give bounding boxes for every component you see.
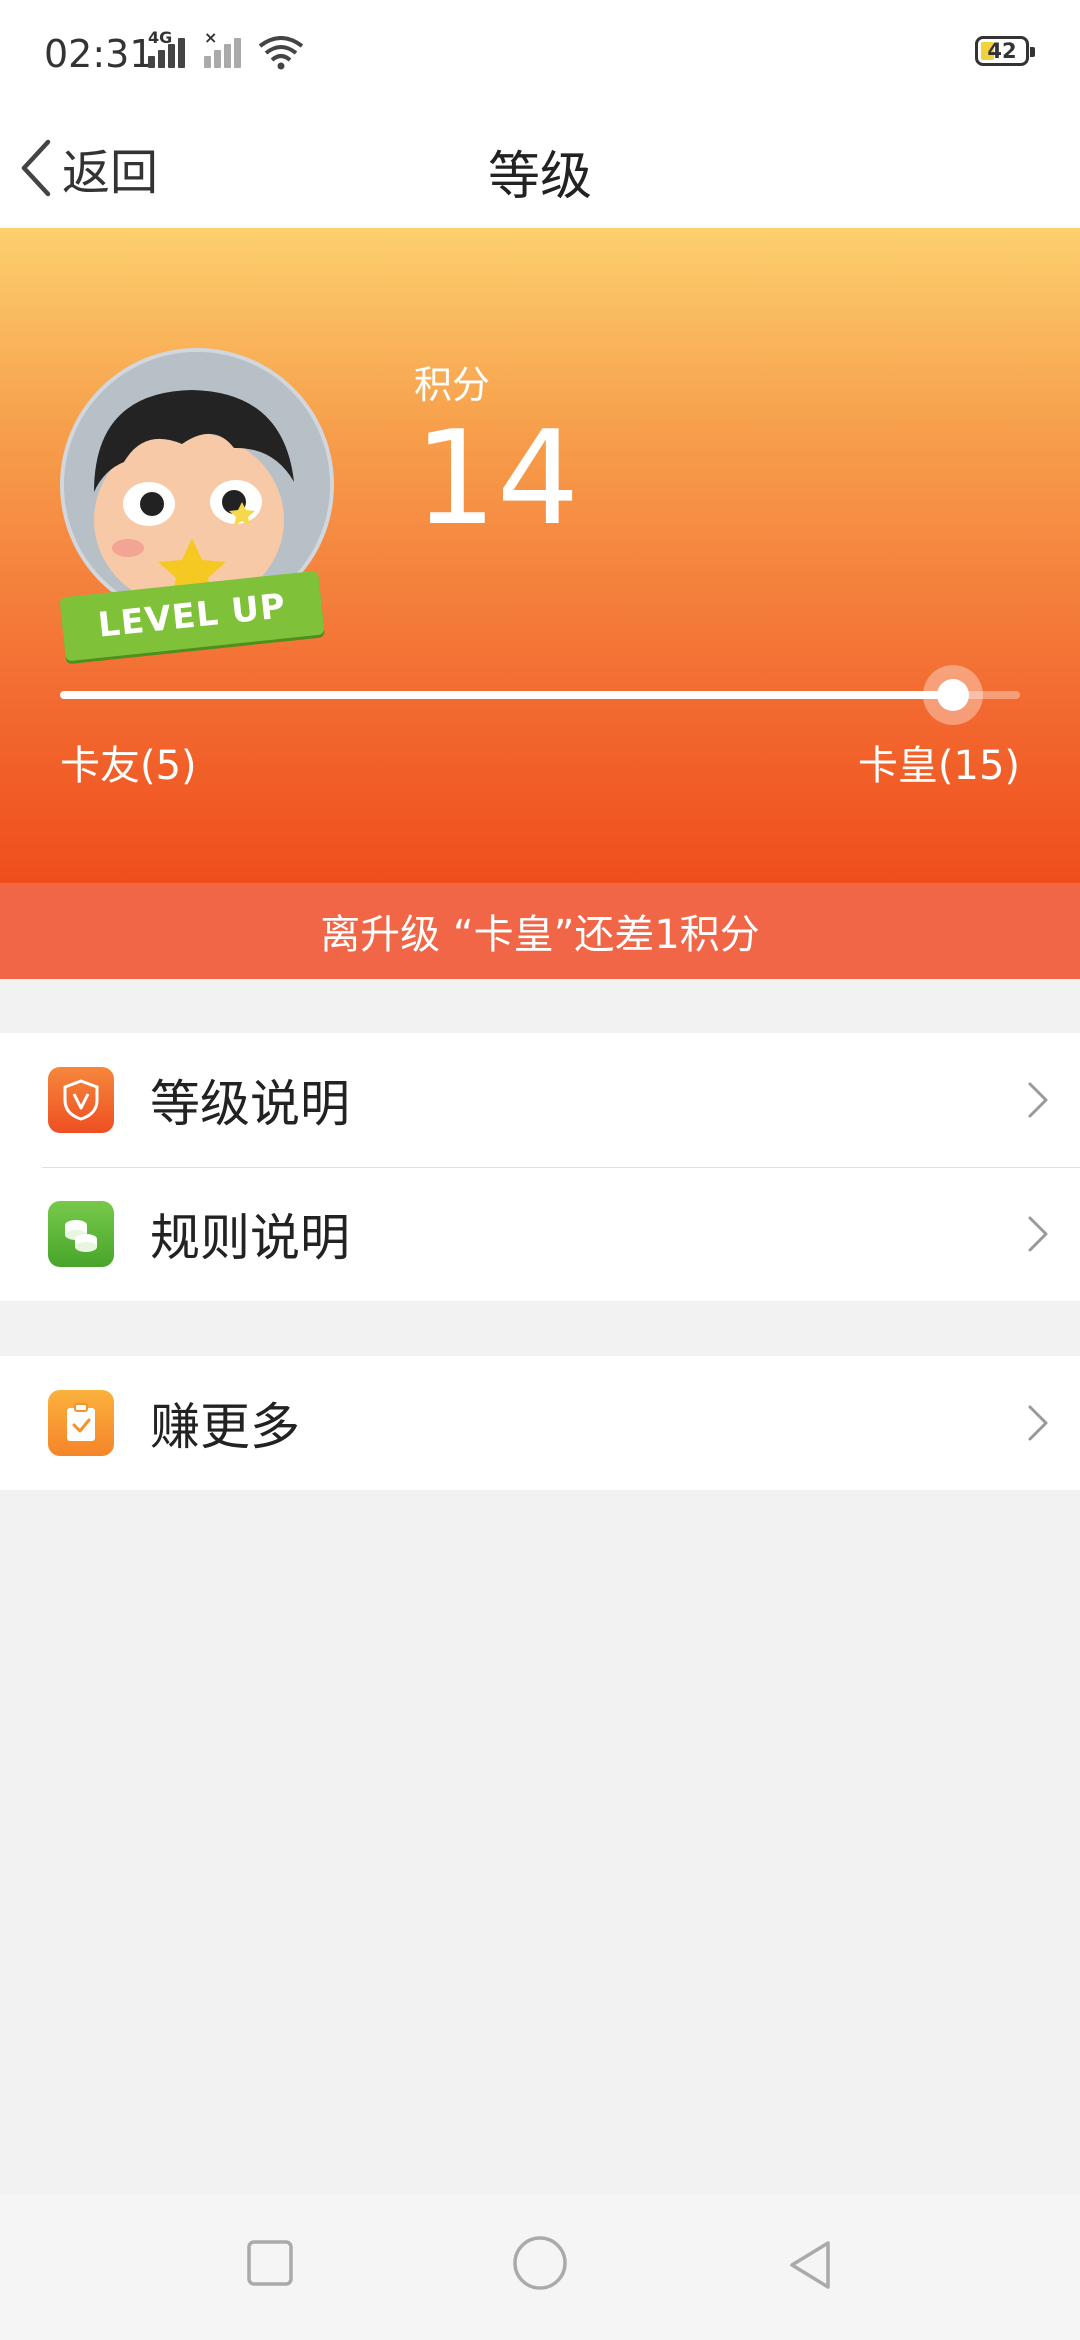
points-label: 积分 — [414, 363, 491, 407]
chevron-right-icon — [1028, 1405, 1048, 1441]
menu-item-rules-info[interactable]: 规则说明 — [0, 1167, 1080, 1301]
progress-fill — [60, 691, 953, 699]
menu-item-level-info[interactable]: 等级说明 — [0, 1033, 1080, 1167]
status-time: 02:31 — [44, 32, 154, 76]
menu-label-rules-info: 规则说明 — [150, 1209, 350, 1267]
signal-4g-icon: 4G — [148, 30, 194, 68]
level-up-badge-text: LEVEL UP — [96, 586, 288, 646]
level-hero: LEVEL UP 积分 14 卡友(5) 卡皇(15) — [0, 228, 1080, 883]
system-nav-bar — [0, 2195, 1080, 2340]
coins-icon — [48, 1201, 114, 1267]
menu-group-info: 等级说明 规则说明 — [0, 1033, 1080, 1301]
points-value: 14 — [414, 402, 580, 554]
shield-v-icon — [48, 1067, 114, 1133]
wifi-icon — [258, 36, 304, 70]
menu-label-earn-more: 赚更多 — [150, 1398, 300, 1456]
chevron-right-icon — [1028, 1216, 1048, 1252]
level-progress-bar — [60, 665, 1020, 725]
clipboard-check-icon — [48, 1390, 114, 1456]
avatar[interactable]: LEVEL UP — [56, 348, 346, 668]
back-nav-icon[interactable] — [786, 2239, 834, 2291]
chevron-right-icon — [1028, 1082, 1048, 1118]
menu-item-earn-more[interactable]: 赚更多 — [0, 1356, 1080, 1490]
no-service-label: × — [204, 28, 218, 47]
current-level-label: 卡友(5) — [60, 743, 197, 789]
menu-label-level-info: 等级说明 — [150, 1075, 350, 1133]
upgrade-hint-bar: 离升级 “卡皇”还差1积分 — [0, 883, 1080, 979]
battery-level: 42 — [987, 39, 1017, 63]
signal-no-service-icon: × — [204, 30, 250, 68]
status-bar: 02:31 4G × 42 — [0, 0, 1080, 108]
level-up-badge: LEVEL UP — [59, 570, 325, 662]
battery-icon: 42 — [975, 36, 1035, 66]
next-level-label: 卡皇(15) — [857, 743, 1020, 789]
page-title: 等级 — [487, 147, 592, 207]
home-icon[interactable] — [512, 2235, 568, 2291]
menu-group-earn: 赚更多 — [0, 1356, 1080, 1490]
nav-bar: 返回 等级 — [0, 108, 1080, 228]
recent-apps-icon[interactable] — [246, 2239, 294, 2287]
upgrade-hint-text: 离升级 “卡皇”还差1积分 — [320, 912, 760, 958]
progress-knob — [936, 679, 969, 711]
